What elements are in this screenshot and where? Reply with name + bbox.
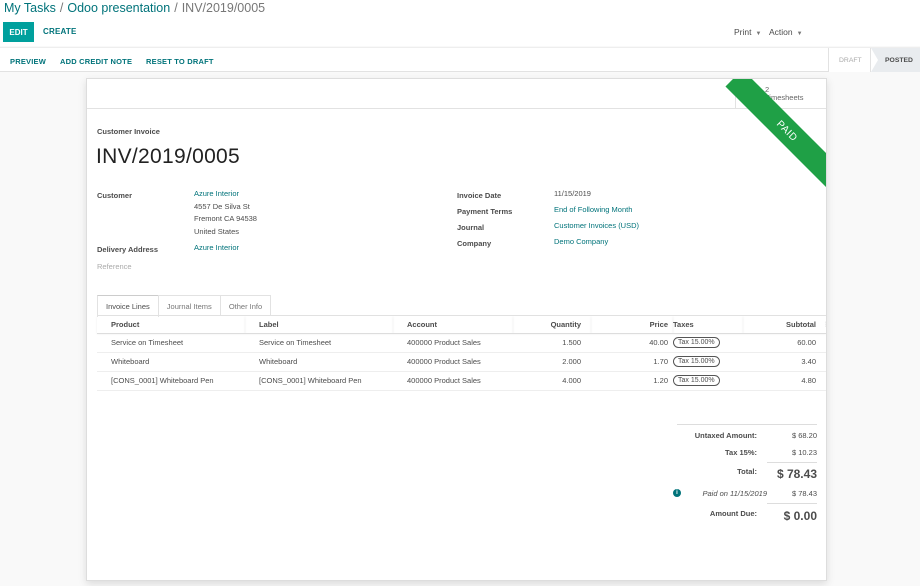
column-header-product[interactable]: Product	[97, 316, 245, 334]
tax-value: $ 10.23	[791, 448, 817, 457]
cell-price: 1.20	[591, 371, 673, 391]
cell-product: Whiteboard	[97, 352, 245, 372]
customer-link[interactable]: Azure Interior	[194, 188, 257, 201]
delivery-address-link[interactable]: Azure Interior	[194, 242, 239, 255]
caret-down-icon: ▼	[796, 31, 803, 37]
reference-label: Reference	[97, 262, 132, 271]
notebook-tabs: Invoice Lines Journal Items Other Info	[97, 295, 272, 317]
totals-divider	[677, 424, 817, 425]
cell-account: 400000 Product Sales	[393, 333, 513, 353]
total-value: $ 78.43	[776, 467, 817, 481]
breadcrumb-current: INV/2019/0005	[181, 1, 266, 15]
tax-badge: Tax 15.00%	[673, 356, 720, 367]
cell-quantity: 2.000	[513, 352, 591, 372]
total-label: Total:	[737, 467, 757, 476]
tab-invoice-lines[interactable]: Invoice Lines	[97, 295, 159, 317]
invoice-date-label: Invoice Date	[457, 191, 502, 200]
status-steps: DRAFT POSTED	[828, 48, 920, 72]
cell-account: 400000 Product Sales	[393, 352, 513, 372]
table-header-row: Product Label Account Quantity Price Tax…	[97, 316, 826, 334]
column-header-subtotal[interactable]: Subtotal ⁝	[743, 316, 826, 334]
tax-badge: Tax 15.00%	[673, 337, 720, 348]
action-label: Action	[769, 27, 793, 37]
table-row[interactable]: Whiteboard Whiteboard 400000 Product Sal…	[97, 352, 826, 372]
table-row[interactable]: Service on Timesheet Service on Timeshee…	[97, 333, 826, 353]
optional-columns-icon[interactable]: ⁝	[825, 320, 826, 329]
cell-account: 400000 Product Sales	[393, 371, 513, 391]
cell-label: [CONS_0001] Whiteboard Pen	[245, 371, 393, 391]
create-button[interactable]: CREATE	[43, 27, 77, 36]
cell-taxes: Tax 15.00%	[673, 371, 743, 391]
print-dropdown[interactable]: Print ▼	[734, 27, 761, 37]
cell-product: [CONS_0001] Whiteboard Pen	[97, 371, 245, 391]
info-icon[interactable]: i	[673, 489, 681, 497]
edit-button[interactable]: EDIT	[3, 22, 34, 42]
column-header-account[interactable]: Account	[393, 316, 513, 334]
amount-due-divider	[767, 503, 817, 504]
subtotal-header-label: Subtotal	[786, 319, 816, 329]
cell-taxes: Tax 15.00%	[673, 333, 743, 353]
table-row[interactable]: [CONS_0001] Whiteboard Pen [CONS_0001] W…	[97, 371, 826, 391]
customer-field: Azure Interior 4557 De Silva St Fremont …	[194, 188, 257, 239]
document-type: Customer Invoice	[97, 127, 160, 136]
column-header-price[interactable]: Price	[591, 316, 673, 334]
company-link[interactable]: Demo Company	[554, 236, 608, 249]
cell-label: Service on Timesheet	[245, 333, 393, 353]
tab-other-info[interactable]: Other Info	[219, 295, 272, 316]
paid-amount: $ 78.43	[791, 489, 817, 498]
invoice-lines-table: Product Label Account Quantity Price Tax…	[97, 316, 826, 391]
cell-subtotal: 60.00	[743, 333, 826, 353]
action-dropdown[interactable]: Action ▼	[769, 27, 803, 37]
breadcrumb-separator: /	[174, 1, 178, 15]
statusbar: PREVIEW ADD CREDIT NOTE RESET TO DRAFT D…	[0, 47, 920, 72]
caret-down-icon: ▼	[755, 31, 762, 37]
tab-journal-items[interactable]: Journal Items	[157, 295, 221, 316]
amount-due-value: $ 0.00	[783, 509, 817, 523]
untaxed-amount-value: $ 68.20	[791, 431, 817, 440]
cell-taxes: Tax 15.00%	[673, 352, 743, 372]
customer-address-line: United States	[194, 227, 240, 237]
invoice-date-value: 11/15/2019	[554, 189, 591, 198]
cell-subtotal: 4.80	[743, 371, 826, 391]
payment-terms-label: Payment Terms	[457, 207, 513, 216]
customer-address-line: 4557 De Silva St	[194, 201, 250, 211]
cell-quantity: 1.500	[513, 333, 591, 353]
amount-due-label: Amount Due:	[709, 509, 757, 518]
breadcrumb: My Tasks / Odoo presentation / INV/2019/0005	[4, 1, 265, 15]
total-divider	[767, 462, 817, 463]
add-credit-note-button[interactable]: ADD CREDIT NOTE	[60, 57, 132, 66]
breadcrumb-odoo-presentation[interactable]: Odoo presentation	[67, 1, 170, 15]
customer-label: Customer	[97, 191, 133, 200]
column-header-taxes[interactable]: Taxes	[673, 316, 743, 334]
customer-address-line: Fremont CA 94538	[194, 214, 257, 224]
tax-badge: Tax 15.00%	[673, 375, 720, 386]
journal-link[interactable]: Customer Invoices (USD)	[554, 220, 639, 233]
column-header-quantity[interactable]: Quantity	[513, 316, 591, 334]
journal-label: Journal	[457, 223, 485, 232]
invoice-sheet: 2 Timesheets PAID Customer Invoice INV/2…	[86, 78, 827, 581]
cell-subtotal: 3.40	[743, 352, 826, 372]
paid-on-label: Paid on 11/15/2019	[702, 489, 767, 498]
column-header-label[interactable]: Label	[245, 316, 393, 334]
company-label: Company	[457, 239, 492, 248]
status-step-draft[interactable]: DRAFT	[828, 48, 870, 72]
cell-price: 1.70	[591, 352, 673, 372]
cell-quantity: 4.000	[513, 371, 591, 391]
print-label: Print	[734, 27, 752, 37]
delivery-address-label: Delivery Address	[97, 245, 159, 254]
reset-to-draft-button[interactable]: RESET TO DRAFT	[146, 57, 214, 66]
untaxed-amount-label: Untaxed Amount:	[694, 431, 757, 440]
preview-button[interactable]: PREVIEW	[10, 57, 46, 66]
breadcrumb-separator: /	[59, 1, 64, 15]
control-panel: My Tasks / Odoo presentation / INV/2019/0005…	[0, 0, 920, 46]
breadcrumb-my-tasks[interactable]: My Tasks	[4, 1, 56, 15]
cell-product: Service on Timesheet	[97, 333, 245, 353]
payment-terms-link[interactable]: End of Following Month	[554, 204, 632, 217]
cell-label: Whiteboard	[245, 352, 393, 372]
tax-label: Tax 15%:	[725, 448, 757, 457]
button-box: 2 Timesheets	[87, 79, 826, 109]
status-step-posted[interactable]: POSTED	[870, 48, 920, 72]
cell-price: 40.00	[591, 333, 673, 353]
invoice-number: INV/2019/0005	[96, 145, 241, 168]
